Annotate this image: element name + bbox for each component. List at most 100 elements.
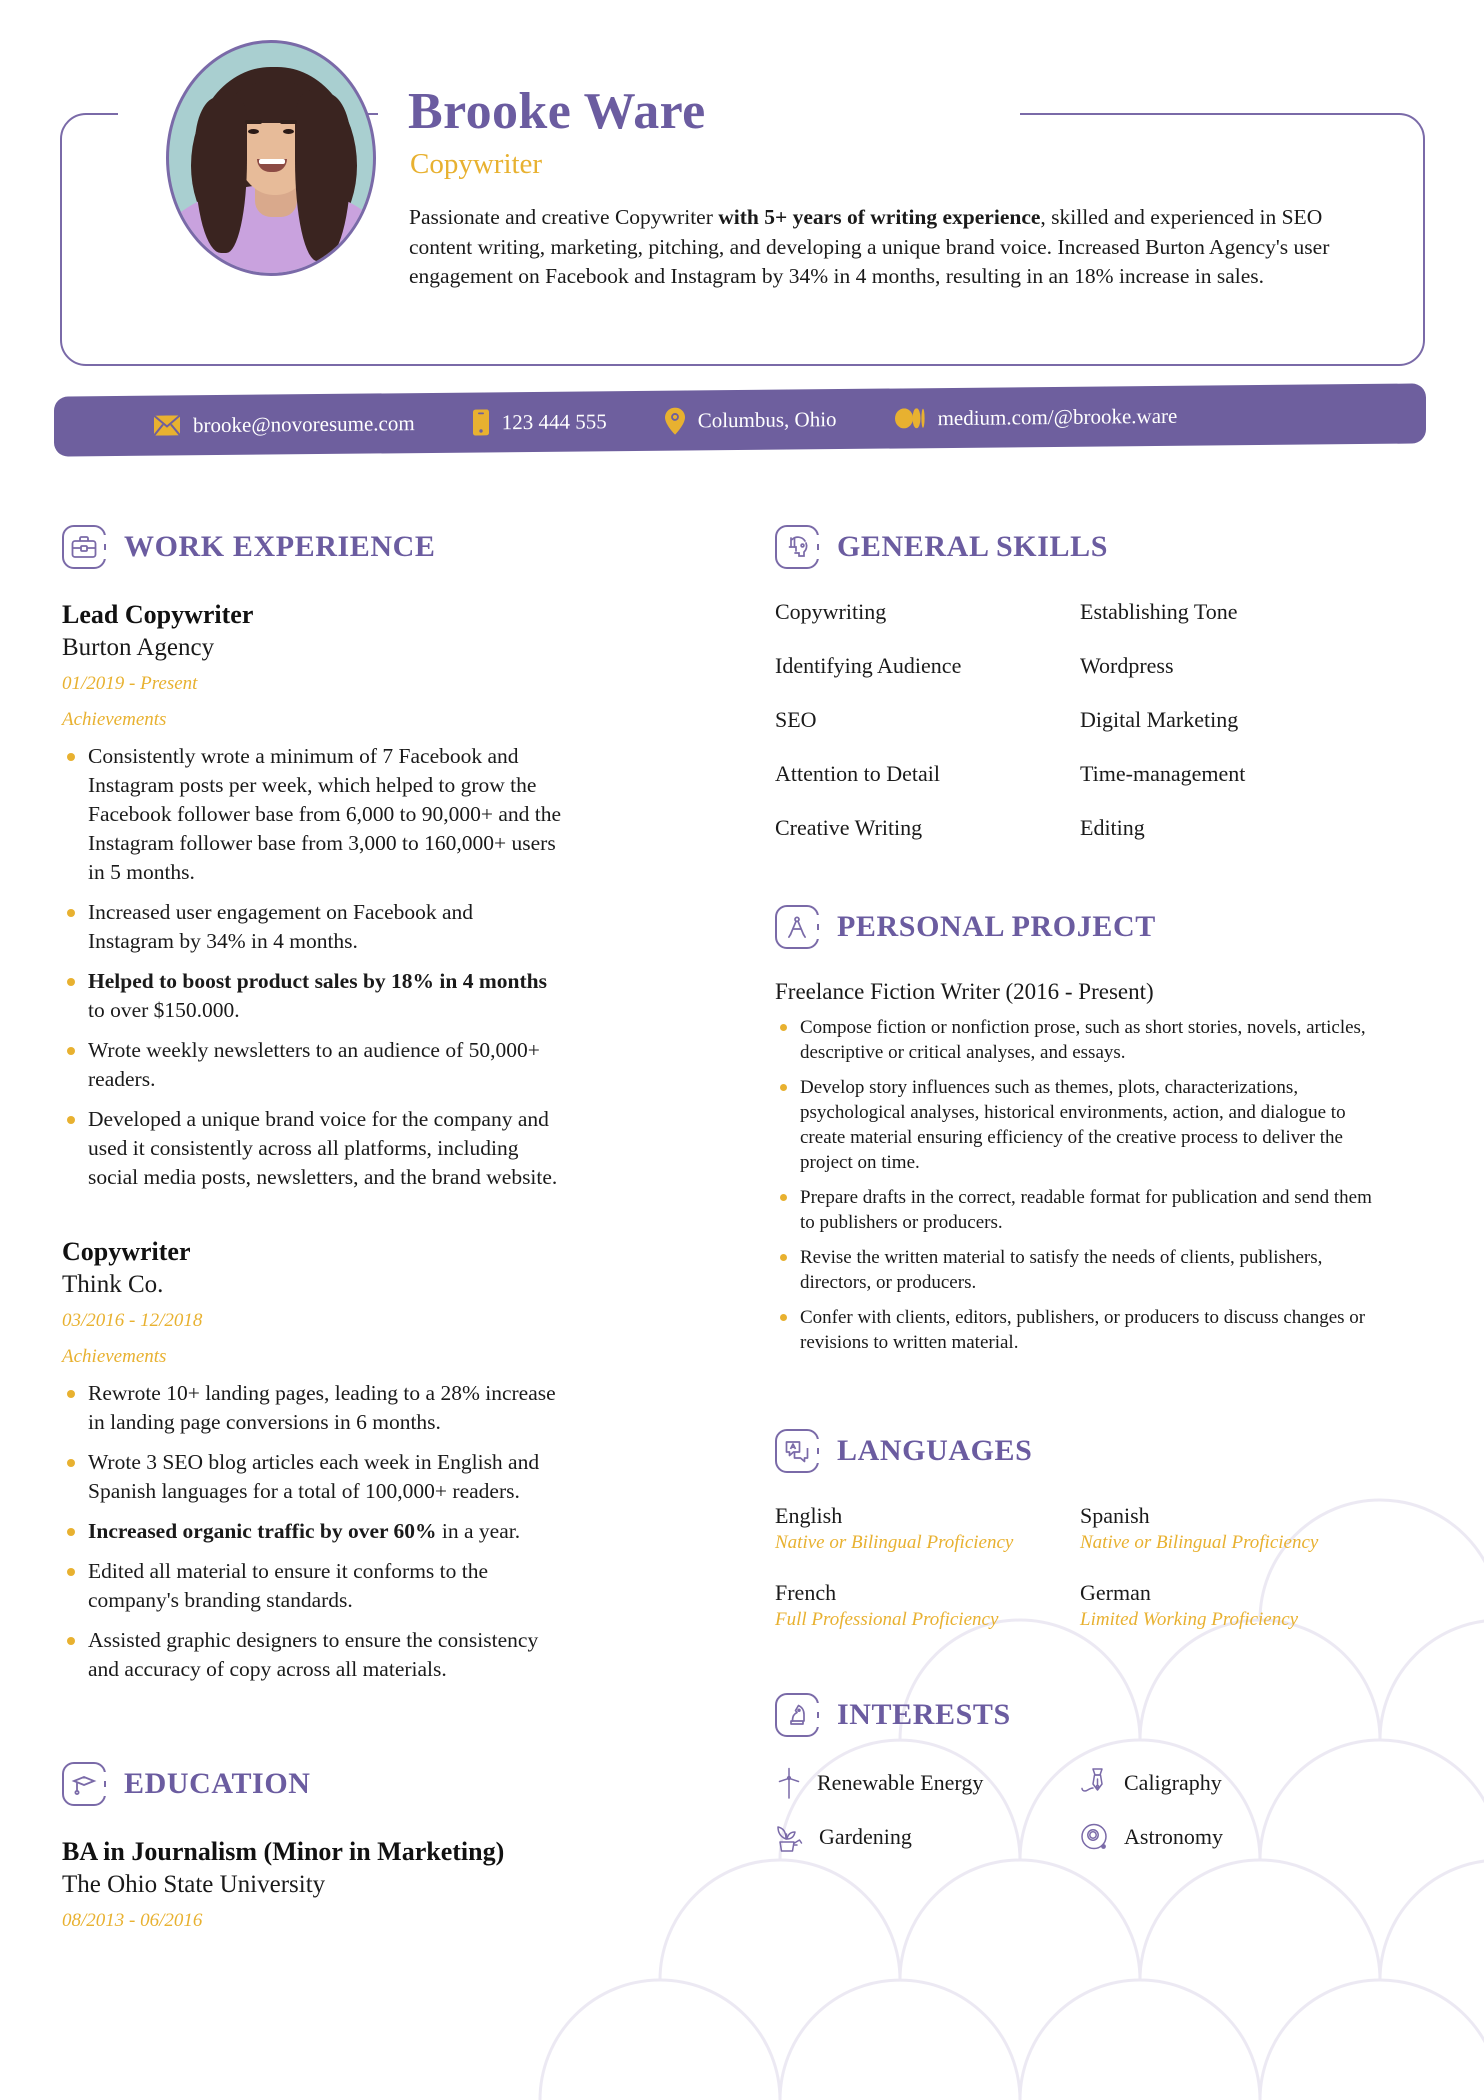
list-item: Developed a unique brand voice for the c… [62,1105,562,1192]
section-languages: LANGUAGES English Native or Bilingual Pr… [775,1429,1375,1631]
section-heading-interests: INTERESTS [775,1693,1375,1737]
summary-text-1: Passionate and creative Copywriter [409,205,719,229]
job-company: Think Co. [62,1271,164,1298]
language-name: German [1080,1580,1151,1605]
contact-website[interactable]: medium.com/@brooke.ware [894,403,1178,431]
job-dates: 01/2019 - Present [62,673,198,694]
list-item: Helped to boost product sales by 18% in … [62,967,562,1025]
chess-knight-icon [775,1693,819,1737]
summary-highlight: with 5+ years of writing experience [718,205,1041,229]
list-item: Revise the written material to satisfy t… [775,1245,1375,1295]
envelope-icon [154,415,180,436]
section-title: EDUCATION [124,1767,311,1800]
job-company: Burton Agency [62,634,215,661]
project-bullet-list: Compose fiction or nonfiction prose, suc… [775,1015,1375,1355]
interest-label: Renewable Energy [817,1770,984,1795]
fountain-pen-icon [1080,1767,1110,1799]
mobile-phone-icon [472,409,489,436]
skill-item: Editing [1080,815,1145,840]
job-dates: 03/2016 - 12/2018 [62,1310,203,1331]
translate-icon [775,1429,819,1473]
skill-item: Identifying Audience [775,653,962,678]
list-item: Increased user engagement on Facebook an… [62,898,562,956]
language-name: Spanish [1080,1503,1150,1528]
plant-watering-can-icon [775,1821,805,1853]
interest-label: Caligraphy [1124,1770,1222,1795]
head-gears-icon [775,525,819,569]
language-name: English [775,1503,843,1528]
section-work-experience: WORK EXPERIENCE Lead Copywriter Burton A… [62,525,562,1684]
contact-email[interactable]: brooke@novoresume.com [154,411,415,439]
interests-grid: Renewable Energy Caligraphy Gardening As… [775,1767,1375,1853]
section-heading-personal-project: PERSONAL PROJECT [775,905,1375,949]
section-title: INTERESTS [837,1698,1011,1731]
graduation-cap-icon [62,1762,106,1806]
contact-location-label: Columbus, Ohio [697,406,837,432]
language-name: French [775,1580,837,1605]
contact-email-label: brooke@novoresume.com [193,410,415,437]
list-item: Compose fiction or nonfiction prose, suc… [775,1015,1375,1065]
contact-location[interactable]: Columbus, Ohio [664,406,837,435]
interest-label: Astronomy [1124,1824,1223,1849]
contact-phone[interactable]: 123 444 555 [472,408,607,436]
languages-grid: English Native or Bilingual Proficiency … [775,1503,1375,1631]
compass-divider-icon [775,905,819,949]
skills-grid: Copywriting Establishing Tone Identifyin… [775,599,1375,841]
experience-entry: Copywriter Think Co. 03/2016 - 12/2018 A… [62,1236,562,1684]
briefcase-icon [62,525,106,569]
skill-item: SEO [775,707,817,732]
section-heading-work-experience: WORK EXPERIENCE [62,525,562,569]
school-name: The Ohio State University [62,1871,326,1898]
contact-website-label: medium.com/@brooke.ware [937,403,1178,430]
section-general-skills: GENERAL SKILLS Copywriting Establishing … [775,525,1375,841]
skill-item: Establishing Tone [1080,599,1238,624]
right-column: GENERAL SKILLS Copywriting Establishing … [775,525,1375,1853]
orbit-planet-icon [1080,1821,1110,1853]
section-interests: INTERESTS Renewable Energy Caligraphy Ga… [775,1693,1375,1853]
language-level: Limited Working Proficiency [1080,1609,1299,1630]
list-item: Prepare drafts in the correct, readable … [775,1185,1375,1235]
map-pin-icon [664,407,685,435]
list-item: Assisted graphic designers to ensure the… [62,1626,562,1684]
section-title: LANGUAGES [837,1434,1033,1467]
interest-item: Renewable Energy [775,1767,1070,1799]
section-title: WORK EXPERIENCE [124,530,436,563]
project-title: Freelance Fiction Writer (2016 - Present… [775,979,1154,1004]
list-item: Wrote 3 SEO blog articles each week in E… [62,1448,562,1506]
section-title: GENERAL SKILLS [837,530,1109,563]
job-role: Lead Copywriter [62,600,254,629]
job-title: Copywriter [410,148,543,180]
page-title: Brooke Ware [408,83,706,140]
skill-item: Creative Writing [775,815,923,840]
education-dates: 08/2013 - 06/2016 [62,1910,203,1931]
interest-item: Astronomy [1080,1821,1375,1853]
degree-title: BA in Journalism (Minor in Marketing) [62,1837,505,1866]
list-item: Wrote weekly newsletters to an audience … [62,1036,562,1094]
language-level: Native or Bilingual Proficiency [1080,1532,1319,1553]
contact-phone-label: 123 444 555 [501,408,607,434]
left-column: WORK EXPERIENCE Lead Copywriter Burton A… [62,525,562,1966]
section-title: PERSONAL PROJECT [837,910,1156,943]
section-heading-languages: LANGUAGES [775,1429,1375,1473]
language-item: French Full Professional Proficiency [775,1580,1070,1631]
interest-item: Gardening [775,1821,1070,1853]
avatar [166,40,376,276]
interest-item: Caligraphy [1080,1767,1375,1799]
education-entry: BA in Journalism (Minor in Marketing) Th… [62,1836,562,1932]
section-heading-education: EDUCATION [62,1762,562,1806]
skill-item: Time-management [1080,761,1246,786]
language-item: German Limited Working Proficiency [1080,1580,1375,1631]
job-role: Copywriter [62,1237,191,1266]
language-level: Full Professional Proficiency [775,1609,999,1630]
language-item: English Native or Bilingual Proficiency [775,1503,1070,1554]
experience-entry: Lead Copywriter Burton Agency 01/2019 - … [62,599,562,1192]
list-item: Consistently wrote a minimum of 7 Facebo… [62,742,562,887]
achievement-list: Rewrote 10+ landing pages, leading to a … [62,1379,562,1684]
list-item: Rewrote 10+ landing pages, leading to a … [62,1379,562,1437]
wind-turbine-icon [775,1767,803,1799]
language-level: Native or Bilingual Proficiency [775,1532,1014,1553]
skill-item: Copywriting [775,599,887,624]
skill-item: Digital Marketing [1080,707,1239,732]
section-education: EDUCATION BA in Journalism (Minor in Mar… [62,1762,562,1932]
section-heading-general-skills: GENERAL SKILLS [775,525,1375,569]
